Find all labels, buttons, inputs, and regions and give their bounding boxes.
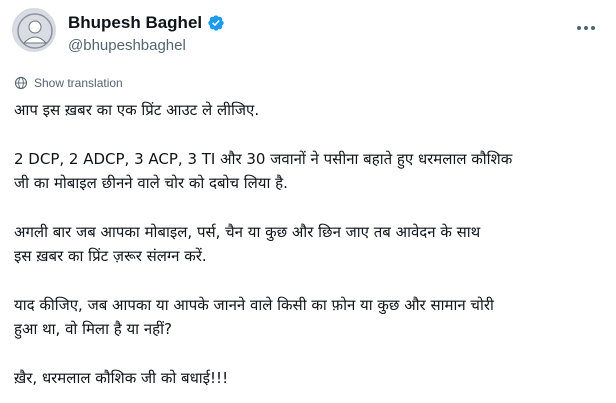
- handle[interactable]: @bhupeshbaghel: [68, 37, 186, 54]
- tweet-line: इस ख़बर का प्रिंट ज़रूर संलग्न करें.: [14, 247, 207, 265]
- display-name[interactable]: Bhupesh Baghel: [68, 13, 202, 33]
- avatar-image: [13, 9, 55, 51]
- more-dot: [584, 26, 588, 30]
- tweet-line: हुआ था, वो मिला है या नहीं?: [14, 320, 172, 338]
- more-dot: [577, 26, 581, 30]
- globe-icon: [14, 76, 28, 90]
- show-translation-label: Show translation: [34, 76, 123, 90]
- tweet-line: ख़ैर, धरमलाल कौशिक जी को बधाई!!!: [14, 369, 229, 387]
- tweet-line: 2 DCP, 2 ADCP, 3 ACP, 3 TI और 30 जवानों …: [14, 150, 513, 168]
- verified-badge-icon: [208, 15, 224, 31]
- name-row: Bhupesh Baghel: [68, 13, 225, 33]
- tweet-line: याद कीजिए, जब आपका या आपके जानने वाले कि…: [14, 296, 494, 314]
- tweet-line: जी का मोबाइल छीनने वाले चोर को दबोच लिया…: [14, 174, 288, 192]
- more-options-icon[interactable]: [572, 18, 600, 38]
- show-translation-button[interactable]: Show translation: [14, 76, 123, 90]
- avatar[interactable]: [12, 8, 56, 52]
- tweet-line: आप इस ख़बर का एक प्रिंट आउट ले लीजिए.: [14, 101, 260, 119]
- more-dot: [591, 26, 595, 30]
- tweet-line: अगली बार जब आपका मोबाइल, पर्स, चैन या कु…: [14, 223, 481, 241]
- tweet-header: Bhupesh Baghel @bhupeshbaghel: [12, 8, 604, 58]
